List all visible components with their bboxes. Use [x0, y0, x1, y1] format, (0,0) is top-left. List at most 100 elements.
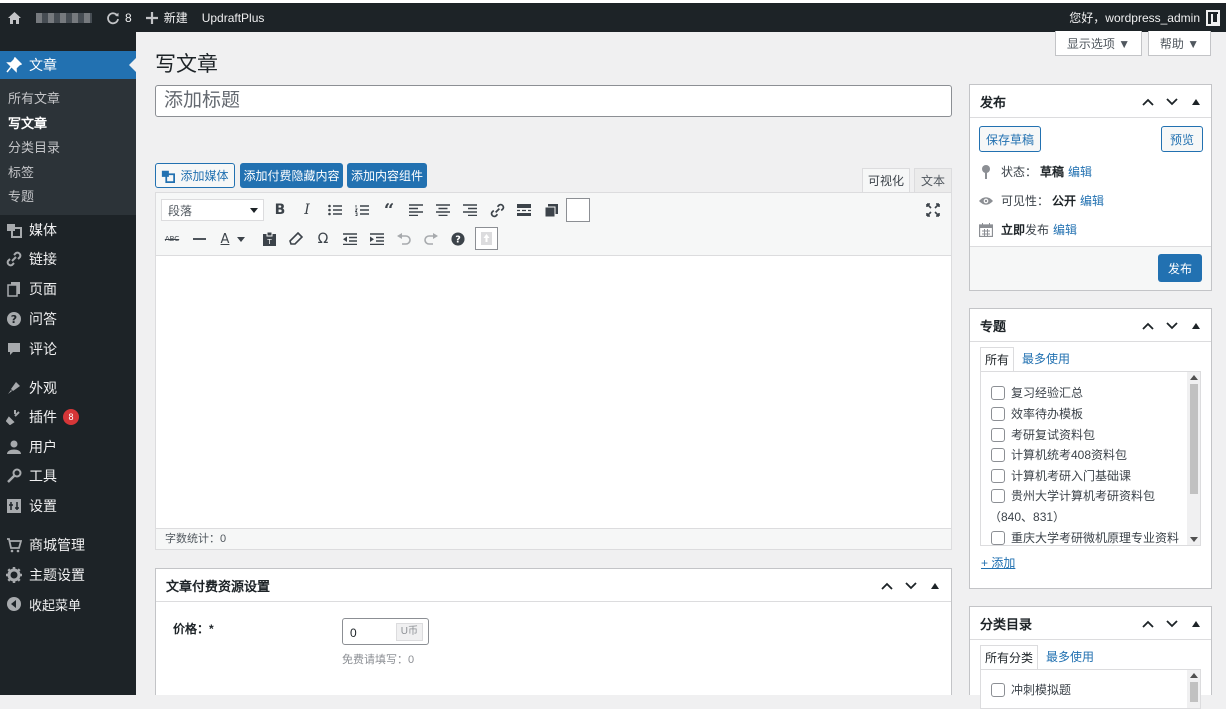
scroll-thumb[interactable] [1190, 384, 1198, 494]
add-topic-link[interactable]: + 添加 [981, 554, 1015, 571]
menu-users[interactable]: 用户 [0, 434, 136, 460]
checkbox[interactable] [991, 406, 1005, 421]
move-down-icon[interactable] [902, 577, 920, 595]
special-character-icon[interactable]: Ω [312, 228, 334, 250]
topics-scrollbar[interactable] [1187, 372, 1200, 545]
category-scrollbar[interactable] [1187, 670, 1200, 708]
account-menu[interactable]: 您好，wordpress_admin [1062, 3, 1226, 32]
toggle-panel-icon[interactable] [1187, 317, 1205, 335]
move-down-icon[interactable] [1163, 615, 1181, 633]
menu-collapse[interactable]: 收起菜单 [0, 591, 136, 617]
submenu-tags[interactable]: 标签 [0, 161, 136, 186]
menu-links[interactable]: 链接 [0, 246, 136, 272]
checkbox[interactable] [991, 488, 1005, 503]
submenu-all-posts[interactable]: 所有文章 [0, 87, 136, 112]
clear-formatting-icon[interactable] [285, 228, 307, 250]
format-select[interactable]: 段落 [161, 199, 264, 221]
menu-qa[interactable]: ? 问答 [0, 306, 136, 332]
numbered-list-icon[interactable] [351, 199, 373, 221]
redo-icon[interactable] [420, 228, 442, 250]
link-icon[interactable] [486, 199, 508, 221]
toggle-panel-icon[interactable] [1187, 615, 1205, 633]
list-item[interactable]: 效率待办模板 [991, 405, 1083, 422]
read-more-icon[interactable] [513, 199, 535, 221]
wordpress-home-icon[interactable] [0, 3, 29, 32]
move-up-icon[interactable] [1139, 93, 1157, 111]
list-item[interactable]: 复习经验汇总 [991, 384, 1083, 401]
align-left-icon[interactable] [405, 199, 427, 221]
bullet-list-icon[interactable] [324, 199, 346, 221]
blockquote-icon[interactable]: “ [378, 199, 400, 221]
toggle-panel-icon[interactable] [926, 577, 944, 595]
keyboard-help-icon[interactable]: ? [447, 228, 469, 250]
list-item[interactable]: 计算机考研入门基础课 [991, 467, 1131, 484]
site-name-blurred[interactable] [29, 3, 99, 32]
list-item[interactable]: 考研复试资料包 [991, 426, 1095, 443]
bold-icon[interactable]: B [269, 199, 291, 221]
checkbox[interactable] [991, 468, 1005, 483]
color-box-icon[interactable] [566, 198, 590, 222]
move-up-icon[interactable] [878, 577, 896, 595]
undo-icon[interactable] [393, 228, 415, 250]
submenu-topics[interactable]: 专题 [0, 185, 136, 210]
publish-button[interactable]: 发布 [1158, 254, 1202, 282]
align-center-icon[interactable] [432, 199, 454, 221]
menu-settings[interactable]: 设置 [0, 493, 136, 519]
scroll-up-icon[interactable] [1190, 673, 1198, 678]
upload-icon[interactable] [475, 227, 498, 250]
horizontal-line-icon[interactable] [188, 228, 210, 250]
menu-pages[interactable]: 页面 [0, 276, 136, 302]
checkbox[interactable] [991, 530, 1005, 545]
edit-visibility-link[interactable]: 编辑 [1080, 192, 1104, 209]
post-title-input[interactable] [155, 85, 952, 117]
edit-schedule-link[interactable]: 编辑 [1053, 221, 1077, 238]
italic-icon[interactable]: I [296, 199, 318, 221]
list-item[interactable]: 贵州大学计算机考研资料包 [991, 487, 1155, 504]
checkbox[interactable] [991, 447, 1005, 462]
move-up-icon[interactable] [1139, 615, 1157, 633]
editor-content-area[interactable] [156, 256, 951, 530]
menu-appearance[interactable]: 外观 [0, 375, 136, 401]
tab-popular-topics[interactable]: 最多使用 [1018, 347, 1074, 372]
paste-text-icon[interactable]: T [258, 228, 280, 250]
submenu-categories[interactable]: 分类目录 [0, 136, 136, 161]
menu-theme-settings[interactable]: 主题设置 [0, 562, 136, 588]
menu-comments[interactable]: 评论 [0, 336, 136, 362]
menu-posts[interactable]: 文章 [0, 51, 136, 79]
menu-tools[interactable]: 工具 [0, 463, 136, 489]
menu-shop[interactable]: 商城管理 [0, 532, 136, 558]
add-content-component-button[interactable]: 添加内容组件 [347, 163, 427, 188]
save-draft-button[interactable]: 保存草稿 [979, 126, 1041, 152]
preview-button[interactable]: 预览 [1161, 126, 1203, 152]
updraftplus-link[interactable]: UpdraftPlus [195, 3, 272, 32]
outdent-icon[interactable] [339, 228, 361, 250]
tab-all-categories[interactable]: 所有分类 [980, 645, 1039, 670]
checkbox[interactable] [991, 385, 1005, 400]
fullscreen-icon[interactable] [922, 199, 944, 221]
tab-text[interactable]: 文本 [914, 168, 952, 192]
screen-options-button[interactable]: 显示选项 ▼ [1055, 31, 1142, 56]
updates-link[interactable]: 8 [99, 3, 139, 32]
strikethrough-icon[interactable]: ABC [161, 228, 183, 250]
price-field[interactable]: 0 U币 [342, 618, 429, 645]
list-item[interactable]: 重庆大学考研微机原理专业资料 [991, 529, 1179, 545]
scroll-up-icon[interactable] [1190, 375, 1198, 380]
tab-visual[interactable]: 可视化 [862, 168, 910, 192]
new-content-link[interactable]: 新建 [139, 3, 195, 32]
indent-icon[interactable] [366, 228, 388, 250]
move-down-icon[interactable] [1163, 93, 1181, 111]
tab-all-topics[interactable]: 所有 [980, 347, 1015, 372]
submenu-write-post[interactable]: 写文章 [0, 112, 136, 137]
toggle-panel-icon[interactable] [1187, 93, 1205, 111]
tab-popular-categories[interactable]: 最多使用 [1042, 645, 1098, 670]
scroll-down-icon[interactable] [1190, 537, 1198, 542]
text-color-dropdown-icon[interactable] [235, 228, 247, 250]
move-down-icon[interactable] [1163, 317, 1181, 335]
move-up-icon[interactable] [1139, 317, 1157, 335]
menu-plugins[interactable]: 插件 8 [0, 404, 136, 430]
add-media-button[interactable]: 添加媒体 [155, 163, 235, 188]
list-item[interactable]: 冲刺模拟题 [991, 681, 1071, 698]
list-item[interactable]: 计算机统考408资料包 [991, 446, 1127, 463]
text-color-icon[interactable]: A [214, 228, 236, 250]
align-right-icon[interactable] [459, 199, 481, 221]
